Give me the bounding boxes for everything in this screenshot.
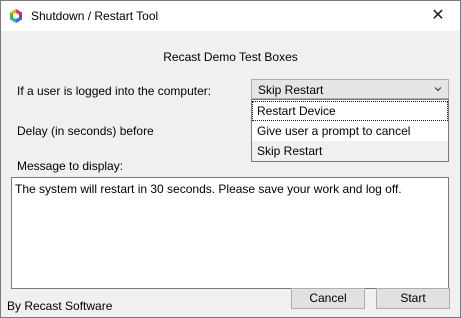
recast-logo-icon bbox=[9, 9, 23, 23]
title-bar[interactable]: Shutdown / Restart Tool ✕ bbox=[1, 1, 460, 31]
credit-text: By Recast Software bbox=[7, 299, 113, 313]
combo-dropdown-list: Restart Device Give user a prompt to can… bbox=[251, 99, 449, 162]
client-area: Recast Demo Test Boxes If a user is logg… bbox=[1, 31, 460, 317]
logged-in-label: If a user is logged into the computer: bbox=[17, 84, 212, 98]
close-button[interactable]: ✕ bbox=[416, 1, 460, 31]
cancel-button[interactable]: Cancel bbox=[291, 288, 365, 309]
window-title: Shutdown / Restart Tool bbox=[31, 9, 159, 23]
option-restart-device[interactable]: Restart Device bbox=[252, 101, 448, 121]
chevron-down-icon[interactable] bbox=[432, 83, 444, 95]
start-button[interactable]: Start bbox=[376, 288, 450, 309]
combo-selected-value: Skip Restart bbox=[258, 83, 324, 97]
restart-behavior-combo[interactable]: Skip Restart bbox=[251, 79, 449, 99]
delay-label: Delay (in seconds) before bbox=[17, 124, 154, 138]
app-window: Shutdown / Restart Tool ✕ Recast Demo Te… bbox=[0, 0, 461, 318]
option-skip-restart[interactable]: Skip Restart bbox=[252, 141, 448, 161]
message-label: Message to display: bbox=[17, 159, 124, 173]
message-textarea[interactable]: The system will restart in 30 seconds. P… bbox=[11, 177, 449, 289]
form-heading: Recast Demo Test Boxes bbox=[163, 50, 298, 64]
option-prompt-to-cancel[interactable]: Give user a prompt to cancel bbox=[252, 121, 448, 141]
close-icon: ✕ bbox=[431, 7, 445, 24]
